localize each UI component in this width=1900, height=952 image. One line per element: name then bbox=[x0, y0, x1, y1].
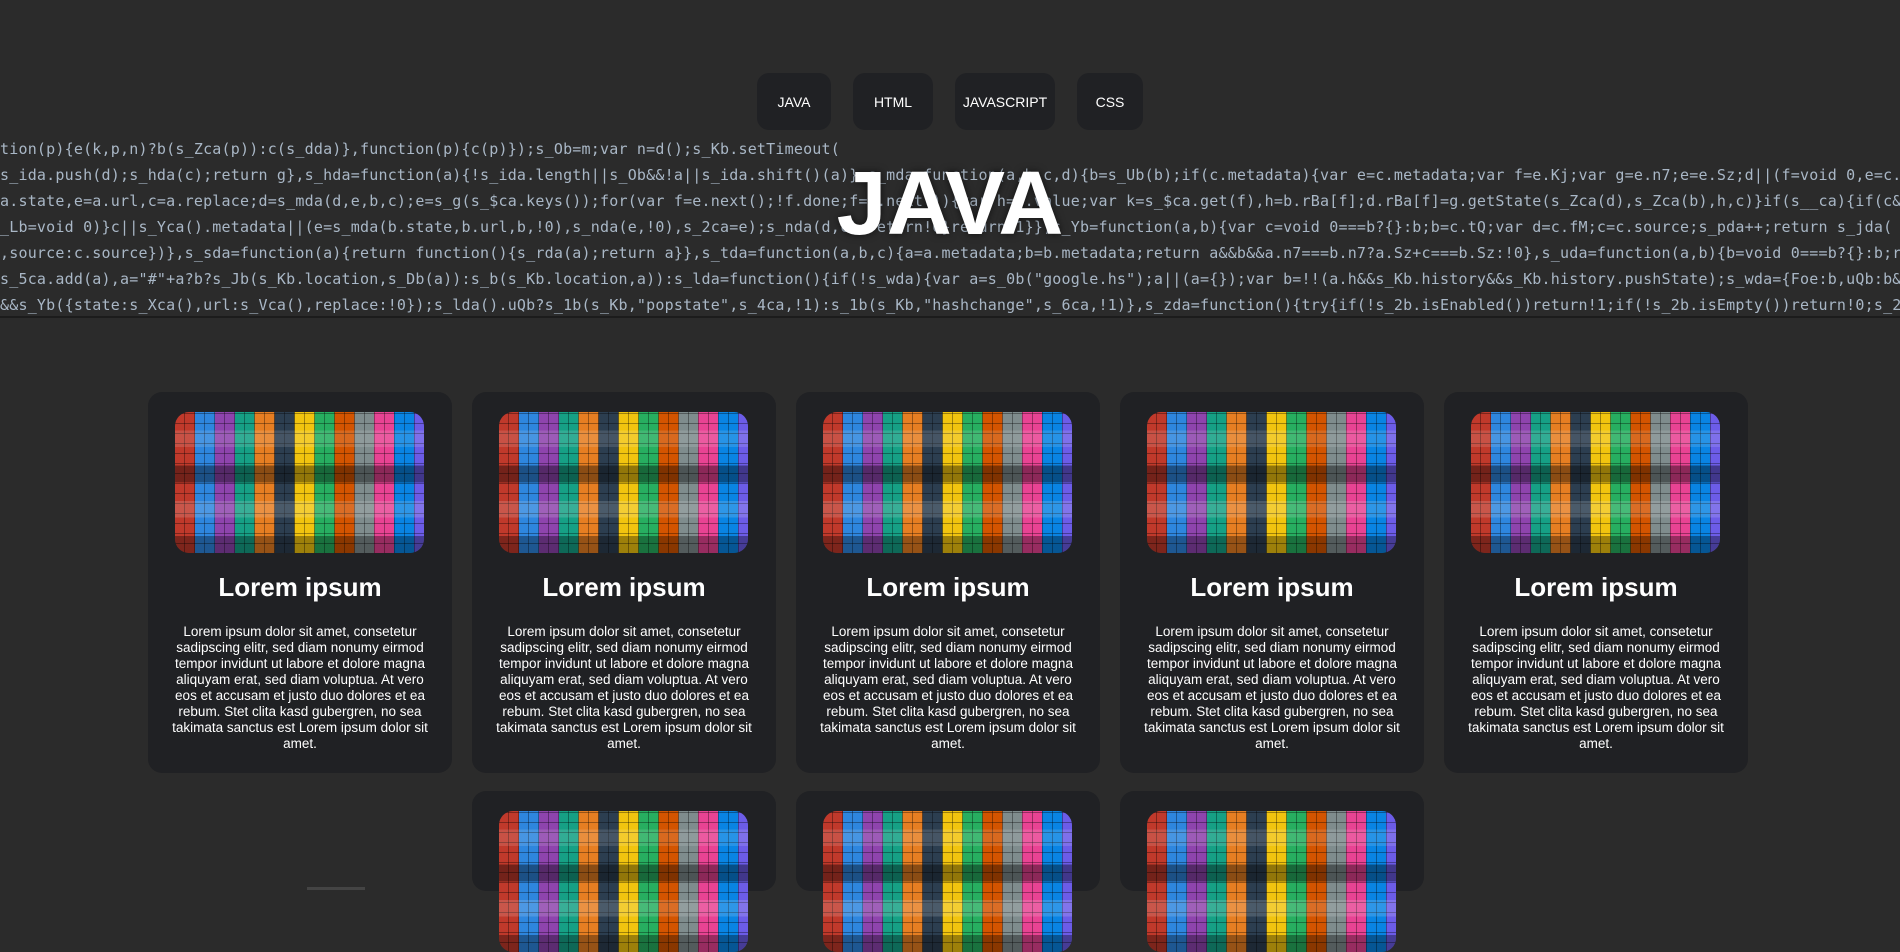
card-title: Lorem ipsum bbox=[1120, 572, 1424, 603]
nav-button-javascript[interactable]: JAVASCRIPT bbox=[955, 73, 1055, 130]
card-image bbox=[499, 412, 748, 553]
card-text: Lorem ipsum dolor sit amet, consetetur s… bbox=[816, 624, 1080, 752]
top-navigation: JAVA HTML JAVASCRIPT CSS bbox=[0, 73, 1900, 130]
card bbox=[472, 791, 776, 891]
card: Lorem ipsum Lorem ipsum dolor sit amet, … bbox=[148, 392, 452, 773]
nav-button-html[interactable]: HTML bbox=[853, 73, 933, 130]
card bbox=[796, 791, 1100, 891]
code-line: tion(p){e(k,p,n)?b(s_Zca(p)):c(s_dda)},f… bbox=[0, 140, 840, 158]
card bbox=[1120, 791, 1424, 891]
card-text: Lorem ipsum dolor sit amet, consetetur s… bbox=[492, 624, 756, 752]
code-line: s_5ca.add(a),a="#"+a?b?s_Jb(s_Kb.locatio… bbox=[0, 270, 1900, 288]
card-title: Lorem ipsum bbox=[472, 572, 776, 603]
card-image bbox=[823, 811, 1072, 952]
card: Lorem ipsum Lorem ipsum dolor sit amet, … bbox=[796, 392, 1100, 773]
hero-banner: tion(p){e(k,p,n)?b(s_Zca(p)):c(s_dda)},f… bbox=[0, 137, 1900, 318]
card-title: Lorem ipsum bbox=[1444, 572, 1748, 603]
card-image bbox=[1471, 412, 1720, 553]
card: Lorem ipsum Lorem ipsum dolor sit amet, … bbox=[472, 392, 776, 773]
nav-button-java[interactable]: JAVA bbox=[757, 73, 831, 130]
card-text: Lorem ipsum dolor sit amet, consetetur s… bbox=[168, 624, 432, 752]
hero-title: JAVA bbox=[0, 159, 1900, 249]
card-image bbox=[823, 412, 1072, 553]
card-text: Lorem ipsum dolor sit amet, consetetur s… bbox=[1140, 624, 1404, 752]
card-image bbox=[1147, 412, 1396, 553]
card-image bbox=[175, 412, 424, 553]
nav-button-css[interactable]: CSS bbox=[1077, 73, 1143, 130]
card-title: Lorem ipsum bbox=[796, 572, 1100, 603]
card-image bbox=[1147, 811, 1396, 952]
card: Lorem ipsum Lorem ipsum dolor sit amet, … bbox=[1120, 392, 1424, 773]
card-image bbox=[499, 811, 748, 952]
card-text: Lorem ipsum dolor sit amet, consetetur s… bbox=[1464, 624, 1728, 752]
card: Lorem ipsum Lorem ipsum dolor sit amet, … bbox=[1444, 392, 1748, 773]
code-line: &&s_Yb({state:s_Xca(),url:s_Vca(),replac… bbox=[0, 296, 1900, 314]
card-title: Lorem ipsum bbox=[148, 572, 452, 603]
